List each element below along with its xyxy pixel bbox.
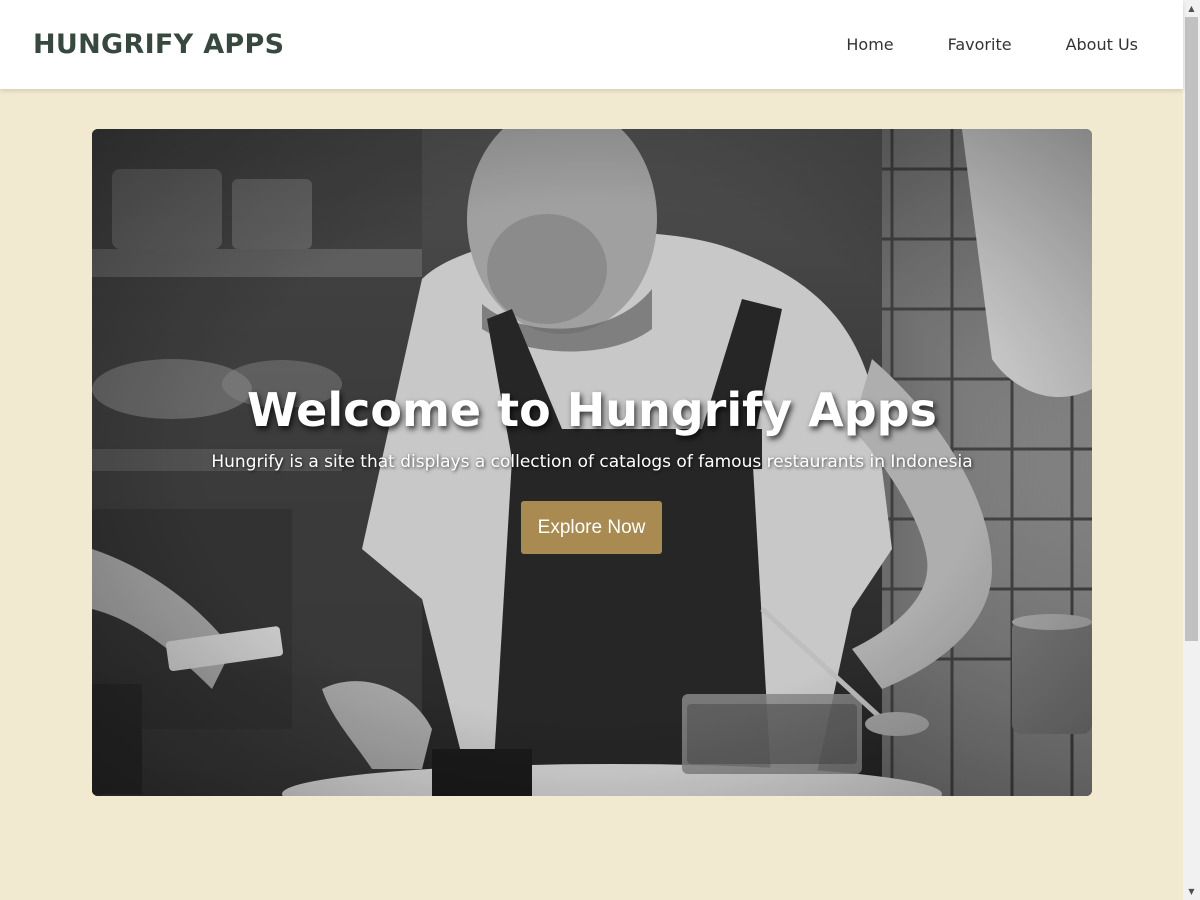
scrollbar-thumb[interactable]	[1185, 17, 1198, 641]
site-header: HUNGRIFY APPS Home Favorite About Us	[0, 0, 1183, 89]
scroll-up-arrow-icon[interactable]: ▲	[1183, 0, 1200, 17]
hero-subtitle: Hungrify is a site that displays a colle…	[211, 452, 973, 472]
hero-title: Welcome to Hungrify Apps	[247, 383, 937, 437]
vertical-scrollbar[interactable]: ▲ ▼	[1183, 0, 1200, 900]
nav-item-about-us[interactable]: About Us	[1066, 35, 1138, 54]
hero-banner: Welcome to Hungrify Apps Hungrify is a s…	[92, 129, 1092, 796]
scroll-down-arrow-icon[interactable]: ▼	[1183, 883, 1200, 900]
nav-item-favorite[interactable]: Favorite	[948, 35, 1012, 54]
brand-logo[interactable]: HUNGRIFY APPS	[33, 29, 284, 60]
explore-now-button[interactable]: Explore Now	[521, 501, 662, 554]
nav-item-home[interactable]: Home	[846, 35, 893, 54]
hero-content: Welcome to Hungrify Apps Hungrify is a s…	[92, 129, 1092, 796]
main-nav: Home Favorite About Us	[792, 35, 1138, 54]
